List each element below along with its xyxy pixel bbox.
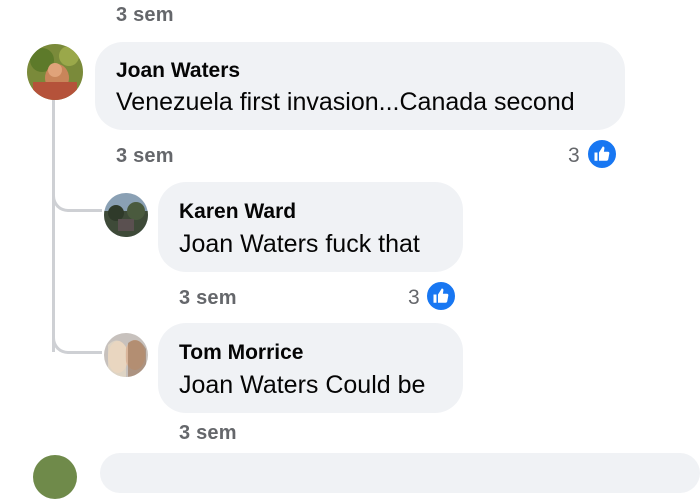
avatar[interactable]	[33, 455, 77, 499]
thumbs-up-icon	[433, 288, 449, 303]
reply-author[interactable]: Karen Ward	[179, 201, 296, 222]
avatar-image	[27, 44, 83, 100]
avatar[interactable]	[104, 193, 148, 237]
thumbs-up-icon	[594, 146, 610, 161]
reply-timestamp[interactable]: 3 sem	[179, 287, 237, 310]
reply-timestamp[interactable]: 3 sem	[179, 422, 237, 445]
reply-bubble	[158, 182, 463, 272]
comment-timestamp[interactable]: 3 sem	[116, 4, 174, 27]
comment-timestamp[interactable]: 3 sem	[116, 145, 174, 168]
comment-bubble	[95, 42, 625, 130]
reply-text: Joan Waters Could be	[179, 371, 426, 399]
reply-author[interactable]: Tom Morrice	[179, 342, 303, 363]
reply-text: Joan Waters fuck that	[179, 230, 420, 258]
thread-line-elbow-2	[52, 322, 102, 354]
avatar[interactable]	[27, 44, 83, 100]
avatar-image	[33, 455, 77, 499]
comment-author[interactable]: Joan Waters	[116, 60, 240, 81]
like-reaction-badge[interactable]	[586, 138, 618, 170]
thread-line-elbow-1	[52, 180, 102, 212]
avatar[interactable]	[104, 333, 148, 377]
comment-text: Venezuela first invasion...Canada second	[116, 88, 575, 116]
reply-bubble	[158, 323, 463, 413]
avatar-image	[104, 333, 148, 377]
comment-bubble	[100, 453, 700, 493]
thread-line-vertical	[52, 100, 55, 352]
avatar-image	[104, 193, 148, 237]
reaction-count[interactable]: 3	[568, 145, 580, 166]
like-reaction-badge[interactable]	[425, 280, 457, 312]
reaction-count[interactable]: 3	[408, 287, 420, 308]
